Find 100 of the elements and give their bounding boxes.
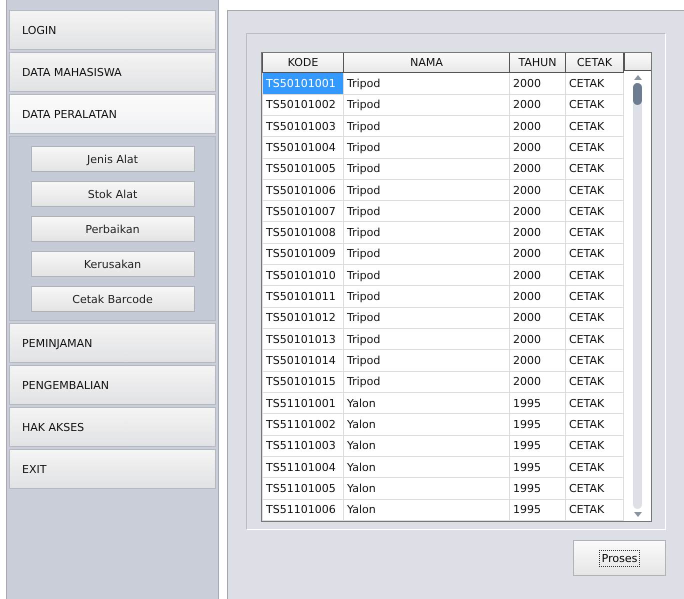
table-cell: 1995 bbox=[510, 478, 566, 500]
table-cell: 2000 bbox=[510, 115, 566, 137]
submenu-button[interactable]: Kerusakan bbox=[30, 251, 194, 277]
table-cell: TS50101005 bbox=[262, 158, 344, 180]
table-cell: 2000 bbox=[510, 94, 566, 116]
table-cell: CETAK bbox=[566, 158, 624, 180]
menu-item[interactable]: DATA PERALATAN bbox=[9, 94, 216, 134]
table-cell: 2000 bbox=[510, 179, 566, 201]
table-cell: CETAK bbox=[566, 222, 624, 244]
table-cell: 2000 bbox=[510, 222, 566, 244]
table-cell: TS50101015 bbox=[262, 371, 344, 392]
table-cell: CETAK bbox=[566, 328, 624, 350]
table-cell: 2000 bbox=[510, 158, 566, 180]
table-cell: 2000 bbox=[510, 72, 566, 94]
table-cell: TS50101001 bbox=[262, 72, 344, 94]
table-cell: TS50101006 bbox=[262, 179, 344, 201]
table-cell: CETAK bbox=[566, 264, 624, 286]
table-cell: CETAK bbox=[566, 435, 624, 456]
table-cell: CETAK bbox=[566, 350, 624, 372]
table-cell: CETAK bbox=[566, 136, 624, 158]
table-cell: Tripod bbox=[344, 200, 510, 222]
table-cell: Tripod bbox=[344, 371, 510, 392]
column-header[interactable]: CETAK bbox=[566, 53, 624, 73]
table-cell: TS51101003 bbox=[262, 435, 344, 456]
table-cell: TS50101002 bbox=[262, 94, 344, 116]
table-cell: CETAK bbox=[566, 478, 624, 500]
table-cell: TS50101009 bbox=[262, 243, 344, 265]
table-cell: 2000 bbox=[510, 371, 566, 392]
table-cell: CETAK bbox=[566, 414, 624, 436]
table-cell: TS51101001 bbox=[262, 392, 344, 414]
table-cell: 2000 bbox=[510, 328, 566, 350]
menu-item[interactable]: DATA MAHASISWA bbox=[9, 52, 216, 92]
column-header[interactable]: KODE bbox=[262, 53, 344, 73]
table-cell: TS50101012 bbox=[262, 307, 344, 329]
table-cell: CETAK bbox=[566, 307, 624, 329]
proses-button[interactable]: Proses bbox=[573, 540, 666, 576]
table-cell: Yalon bbox=[344, 456, 510, 478]
table-cell: TS51101005 bbox=[262, 478, 344, 500]
table-cell: 2000 bbox=[510, 243, 566, 265]
header-corner bbox=[624, 53, 651, 71]
menu-item[interactable]: LOGIN bbox=[9, 10, 216, 50]
table-cell: TS50101004 bbox=[262, 136, 344, 158]
table-cell: CETAK bbox=[566, 94, 624, 116]
table-cell: CETAK bbox=[566, 392, 624, 414]
table-cell: Tripod bbox=[344, 72, 510, 94]
menu-item[interactable]: HAK AKSES bbox=[9, 407, 216, 447]
table-cell: CETAK bbox=[566, 456, 624, 478]
table-cell: CETAK bbox=[566, 72, 624, 94]
submenu-button[interactable]: Stok Alat bbox=[30, 181, 194, 207]
table-cell: TS50101014 bbox=[262, 350, 344, 372]
table-cell: CETAK bbox=[566, 115, 624, 137]
table-cell: CETAK bbox=[566, 200, 624, 222]
table-cell: 2000 bbox=[510, 136, 566, 158]
table-cell: TS50101011 bbox=[262, 286, 344, 308]
table-cell: CETAK bbox=[566, 243, 624, 265]
table-cell: CETAK bbox=[566, 286, 624, 308]
down-arrow-icon[interactable] bbox=[634, 512, 642, 517]
table-cell: Tripod bbox=[344, 158, 510, 180]
table-cell: 1995 bbox=[510, 456, 566, 478]
submenu-button[interactable]: Cetak Barcode bbox=[30, 286, 194, 312]
table-cell: 1995 bbox=[510, 435, 566, 456]
submenu-button[interactable]: Jenis Alat bbox=[30, 146, 194, 172]
table-cell: 2000 bbox=[510, 307, 566, 329]
table-cell: TS51101006 bbox=[262, 499, 344, 520]
menu-item[interactable]: EXIT bbox=[9, 449, 216, 489]
table-cell: 2000 bbox=[510, 286, 566, 308]
table-cell: Tripod bbox=[344, 243, 510, 265]
scroll-thumb[interactable] bbox=[633, 83, 642, 105]
table-cell: Yalon bbox=[344, 499, 510, 520]
table-cell: 1995 bbox=[510, 392, 566, 414]
table-cell: Tripod bbox=[344, 328, 510, 350]
table-cell: 2000 bbox=[510, 264, 566, 286]
menu-item[interactable]: PENGEMBALIAN bbox=[9, 365, 216, 405]
table-cell: CETAK bbox=[566, 371, 624, 392]
table-cell: CETAK bbox=[566, 499, 624, 520]
table-cell: Tripod bbox=[344, 222, 510, 244]
table-cell: TS50101010 bbox=[262, 264, 344, 286]
table-cell: CETAK bbox=[566, 179, 624, 201]
table-cell: 1995 bbox=[510, 499, 566, 520]
table-cell: TS50101008 bbox=[262, 222, 344, 244]
menu-item[interactable]: PEMINJAMAN bbox=[9, 323, 216, 363]
table-cell: Yalon bbox=[344, 435, 510, 456]
table-cell: TS50101007 bbox=[262, 200, 344, 222]
table-cell: TS50101003 bbox=[262, 115, 344, 137]
submenu-button[interactable]: Perbaikan bbox=[30, 216, 194, 242]
column-header[interactable]: TAHUN bbox=[510, 53, 566, 73]
table-cell: Tripod bbox=[344, 286, 510, 308]
table-cell: Tripod bbox=[344, 307, 510, 329]
table-cell: Tripod bbox=[344, 94, 510, 116]
table-cell: TS50101013 bbox=[262, 328, 344, 350]
table-cell: Yalon bbox=[344, 392, 510, 414]
table-cell: 2000 bbox=[510, 200, 566, 222]
table-cell: Yalon bbox=[344, 478, 510, 500]
table-cell: Tripod bbox=[344, 115, 510, 137]
up-arrow-icon[interactable] bbox=[634, 75, 642, 80]
table-cell: Tripod bbox=[344, 136, 510, 158]
table-cell: Yalon bbox=[344, 414, 510, 436]
column-header[interactable]: NAMA bbox=[344, 53, 510, 73]
table-cell: Tripod bbox=[344, 264, 510, 286]
table-cell: TS51101004 bbox=[262, 456, 344, 478]
